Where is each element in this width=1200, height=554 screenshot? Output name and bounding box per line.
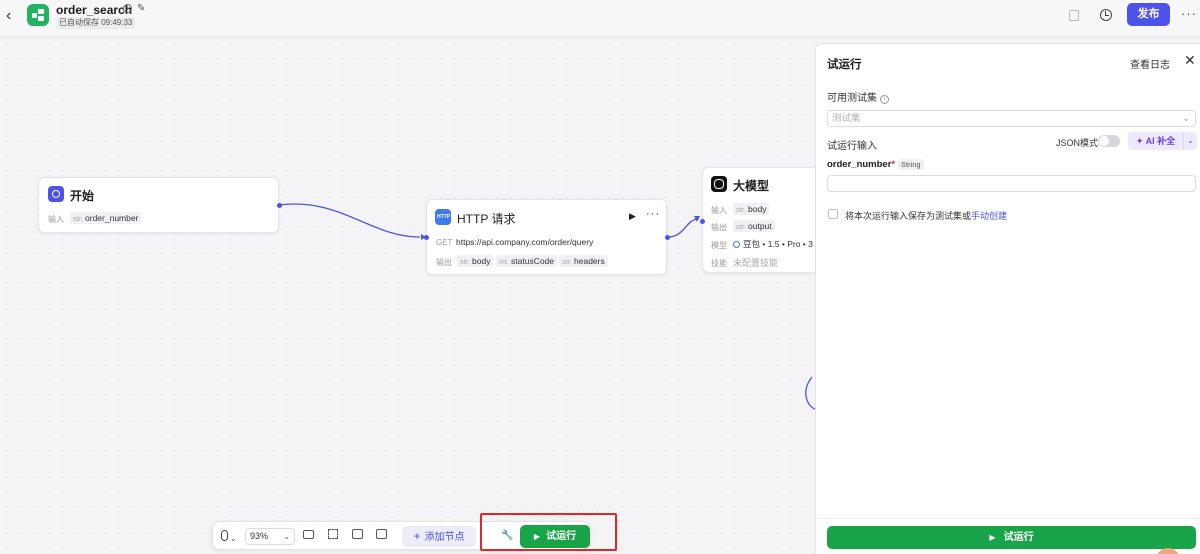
app-logo-icon (27, 4, 49, 26)
info-icon[interactable]: i (123, 4, 132, 13)
http-output-headers: str. headers (559, 255, 608, 267)
image-icon[interactable] (352, 529, 363, 539)
start-node-icon (48, 186, 64, 202)
back-arrow-icon[interactable]: ‹ (6, 8, 20, 26)
start-input-tag: str. order_number (70, 212, 142, 224)
http-node-title: HTTP 请求 (457, 212, 516, 226)
view-log-link[interactable]: 查看日志 (1130, 56, 1170, 71)
ai-fill-dropdown[interactable]: ⌄ (1183, 132, 1197, 150)
llm-model-label: 模型 (711, 241, 727, 250)
info-icon[interactable]: i (879, 95, 889, 104)
http-url: https://api.company.com/order/query (456, 237, 594, 247)
plus-icon: + (413, 529, 421, 543)
save-testset-text: 将本次运行输入保存为测试集或手动创建 (845, 211, 1008, 221)
history-icon[interactable] (1100, 9, 1112, 21)
http-output-statuscode: int. statusCode (496, 255, 558, 267)
testset-label: 可用测试集 i (827, 89, 889, 104)
workflow-canvas[interactable]: 开始 输入 str. order_number HTTP HTTP 请求 ▶ ··… (0, 37, 842, 554)
llm-output-tag: str. output (733, 220, 775, 232)
sparkle-icon: ✦ (1135, 136, 1146, 146)
layout-icon[interactable] (328, 529, 338, 539)
close-icon[interactable]: ✕ (1184, 52, 1196, 69)
zoom-select[interactable]: 93% ⌄ (245, 528, 295, 545)
manual-create-link[interactable]: 手动创建 (971, 211, 1007, 221)
doubao-icon (733, 241, 740, 248)
llm-skill-label: 技能 (711, 259, 727, 268)
edge-start-http (278, 203, 421, 238)
play-icon: ▶ (989, 533, 996, 542)
http-method: GET (436, 238, 453, 247)
comment-icon[interactable] (303, 530, 314, 539)
app-title: order_search (56, 3, 133, 17)
llm-node-title: 大模型 (733, 179, 770, 193)
llm-input-label: 输入 (711, 206, 727, 215)
edge-offscreen (805, 376, 815, 410)
edges-layer (278, 203, 815, 410)
http-node-icon: HTTP (435, 209, 451, 225)
add-node-button[interactable]: + 添加节点 (402, 526, 476, 547)
llm-skill-value: 未配置技能 (733, 258, 779, 268)
llm-input-tag: str. body (733, 203, 770, 215)
top-bar: ‹ order_search i ✎ 已自动保存 09:49:33 发布 ··· (0, 0, 1200, 37)
ai-fill-button[interactable]: ✦ AI 补全 (1128, 132, 1183, 150)
test-run-panel: 试运行 查看日志 ✕ 可用测试集 i 测试集 ⌄ 试运行输入 JSON模式 ✦ A… (815, 43, 1200, 554)
edge-http-llm (666, 218, 698, 238)
node-http-request[interactable]: HTTP HTTP 请求 ▶ ··· GET https://api.compa… (424, 199, 670, 275)
node-more-icon[interactable]: ··· (646, 208, 660, 220)
publish-button[interactable]: 发布 (1127, 3, 1170, 26)
http-output-port[interactable] (665, 235, 670, 240)
field-label: order_number* (827, 159, 896, 170)
start-node-title: 开始 (70, 189, 95, 203)
order-number-input[interactable] (827, 175, 1196, 192)
http-input-port[interactable] (424, 235, 429, 240)
minimap-icon[interactable] (376, 529, 387, 539)
field-type-tag: String (898, 159, 924, 170)
start-output-port[interactable] (277, 203, 282, 208)
node-start[interactable]: 开始 输入 str. order_number (38, 177, 282, 233)
llm-input-port[interactable] (700, 219, 705, 224)
edit-icon[interactable]: ✎ (137, 3, 145, 14)
llm-node-icon (711, 176, 727, 192)
panel-run-button[interactable]: ▶ 试运行 (827, 526, 1196, 549)
play-icon[interactable]: ▶ (629, 211, 636, 222)
highlight-box (480, 513, 617, 551)
run-input-section-label: 试运行输入 (827, 141, 877, 152)
json-mode-toggle[interactable] (1098, 135, 1120, 147)
autosave-status: 已自动保存 09:49:33 (56, 17, 136, 29)
save-testset-checkbox[interactable] (828, 209, 838, 219)
copy-icon[interactable] (1069, 10, 1079, 21)
mouse-mode-icon[interactable]: ⌄ (221, 530, 237, 544)
http-output-label: 输出 (436, 258, 452, 267)
llm-output-label: 输出 (711, 223, 727, 232)
more-icon[interactable]: ··· (1181, 6, 1197, 21)
panel-divider (816, 518, 1200, 519)
start-input-label: 输入 (48, 215, 64, 224)
json-mode-label: JSON模式 (1056, 138, 1099, 148)
http-output-body: str. body (457, 255, 494, 267)
testset-select[interactable]: 测试集 ⌄ (827, 110, 1196, 127)
llm-model-value: 豆包 • 1.5 • Pro • 3 (733, 238, 813, 250)
panel-title: 试运行 (827, 59, 862, 71)
